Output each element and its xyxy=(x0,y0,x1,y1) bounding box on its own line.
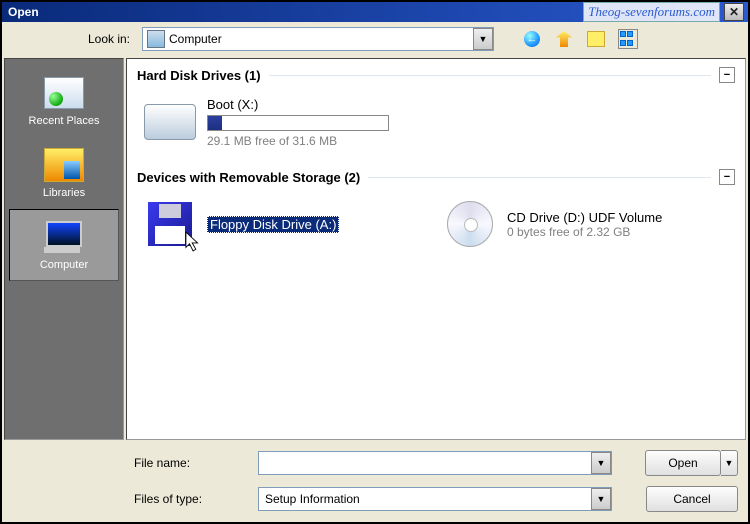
hard-drive-icon xyxy=(144,104,196,140)
drive-subtext: 0 bytes free of 2.32 GB xyxy=(507,225,662,239)
lookin-toolbar: ← xyxy=(520,27,640,51)
up-button[interactable] xyxy=(552,27,576,51)
filetype-value: Setup Information xyxy=(265,492,360,506)
floppy-icon xyxy=(148,202,192,246)
collapse-icon[interactable]: − xyxy=(719,169,735,185)
window-title: Open xyxy=(8,5,39,19)
drive-item-boot[interactable]: Boot (X:) 29.1 MB free of 31.6 MB xyxy=(141,95,411,149)
middle-area: Recent Places Libraries Computer Hard Di… xyxy=(2,56,748,442)
drive-name: Floppy Disk Drive (A:) xyxy=(207,216,339,233)
bottom-panel: File name: ▼ Open ▼ Files of type: Setup… xyxy=(2,442,748,522)
computer-icon xyxy=(147,30,165,48)
close-button[interactable]: ✕ xyxy=(724,3,744,21)
lookin-label: Look in: xyxy=(2,32,136,46)
drive-name: Boot (X:) xyxy=(207,97,389,112)
drive-item-cd[interactable]: CD Drive (D:) UDF Volume 0 bytes free of… xyxy=(441,197,711,251)
lookin-row: Look in: Computer ▼ ← xyxy=(2,22,748,56)
open-dropdown-button[interactable]: ▼ xyxy=(721,450,738,476)
group-hard-disk-drives: Hard Disk Drives (1) − Boot (X:) 29.1 MB… xyxy=(137,67,735,149)
filetype-combo[interactable]: Setup Information ▼ xyxy=(258,487,612,511)
back-icon: ← xyxy=(524,31,540,47)
drive-item-floppy[interactable]: Floppy Disk Drive (A:) xyxy=(141,197,411,251)
place-label: Libraries xyxy=(43,187,85,199)
title-bar: Open Theog-sevenforums.com ✕ xyxy=(2,2,748,22)
cancel-button[interactable]: Cancel xyxy=(646,486,738,512)
open-button[interactable]: Open xyxy=(645,450,721,476)
place-label: Recent Places xyxy=(29,115,100,127)
recent-places-icon xyxy=(44,77,84,109)
group-removable-storage: Devices with Removable Storage (2) − Flo… xyxy=(137,169,735,251)
views-icon xyxy=(618,29,638,49)
group-header[interactable]: Devices with Removable Storage (2) − xyxy=(137,169,735,185)
lookin-value: Computer xyxy=(169,32,222,46)
new-folder-button[interactable] xyxy=(584,27,608,51)
lookin-combo[interactable]: Computer ▼ xyxy=(142,27,494,51)
chevron-down-icon[interactable]: ▼ xyxy=(591,488,611,510)
back-button[interactable]: ← xyxy=(520,27,544,51)
place-recent[interactable]: Recent Places xyxy=(9,65,119,137)
file-list-view[interactable]: Hard Disk Drives (1) − Boot (X:) 29.1 MB… xyxy=(126,58,746,440)
filename-label: File name: xyxy=(2,456,252,470)
group-header[interactable]: Hard Disk Drives (1) − xyxy=(137,67,735,83)
cd-icon xyxy=(447,201,493,247)
chevron-down-icon[interactable]: ▼ xyxy=(473,28,493,50)
drive-name: CD Drive (D:) UDF Volume xyxy=(507,210,662,225)
group-title: Devices with Removable Storage (2) xyxy=(137,170,360,185)
place-computer[interactable]: Computer xyxy=(9,209,119,281)
up-icon xyxy=(556,31,572,47)
group-title: Hard Disk Drives (1) xyxy=(137,68,261,83)
place-label: Computer xyxy=(40,259,88,271)
collapse-icon[interactable]: − xyxy=(719,67,735,83)
chevron-down-icon[interactable]: ▼ xyxy=(591,452,611,474)
folder-icon xyxy=(587,31,605,47)
filetype-label: Files of type: xyxy=(2,492,252,506)
place-libraries[interactable]: Libraries xyxy=(9,137,119,209)
watermark: Theog-sevenforums.com xyxy=(583,2,720,22)
filename-input[interactable]: ▼ xyxy=(258,451,612,475)
computer-icon xyxy=(44,221,84,253)
libraries-icon xyxy=(44,148,84,182)
views-button[interactable] xyxy=(616,27,640,51)
drive-subtext: 29.1 MB free of 31.6 MB xyxy=(207,134,389,148)
space-bar xyxy=(207,115,389,131)
places-bar: Recent Places Libraries Computer xyxy=(4,58,124,440)
open-dialog: Open Theog-sevenforums.com ✕ Look in: Co… xyxy=(0,0,750,524)
close-icon: ✕ xyxy=(729,5,739,19)
